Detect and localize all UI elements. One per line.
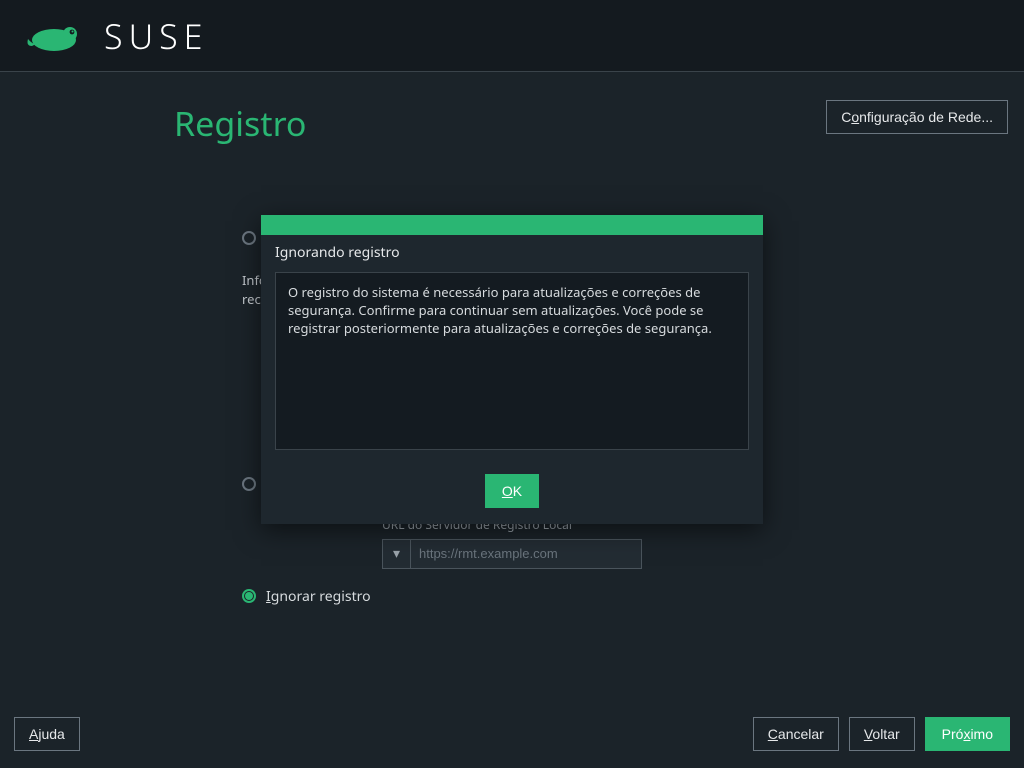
next-button[interactable]: Próximo: [925, 717, 1010, 751]
chevron-down-icon: ▾: [393, 544, 400, 563]
back-button[interactable]: Voltar: [849, 717, 915, 751]
radio-skip-label: Ignorar registro: [266, 587, 371, 606]
brand-name: SUSE: [104, 13, 208, 59]
wizard-footer: Ajuda Cancelar Voltar Próximo: [0, 700, 1024, 768]
suse-chameleon-icon: [24, 18, 88, 54]
help-button[interactable]: Ajuda: [14, 717, 80, 751]
skip-registration-dialog: Ignorando registro O registro do sistema…: [261, 215, 763, 524]
network-config-label: Configuração de Rede...: [841, 109, 993, 125]
radio-icon: [242, 589, 256, 603]
cancel-button[interactable]: Cancelar: [753, 717, 839, 751]
page-title: Registro: [174, 100, 307, 146]
next-label: Próximo: [942, 726, 993, 742]
local-url-field: ▾: [382, 539, 642, 569]
dialog-accent-bar: [261, 215, 763, 235]
back-label: Voltar: [864, 726, 900, 742]
app-header: SUSE: [0, 0, 1024, 72]
dialog-ok-label: OK: [502, 483, 522, 499]
dialog-title: Ignorando registro: [261, 235, 763, 268]
dialog-message: O registro do sistema é necessário para …: [275, 272, 749, 450]
radio-icon: [242, 231, 256, 245]
brand-logo: SUSE: [24, 13, 208, 59]
cancel-label: Cancelar: [768, 726, 824, 742]
radio-skip-registration[interactable]: Ignorar registro: [242, 587, 782, 606]
radio-icon: [242, 477, 256, 491]
combo-dropdown-button[interactable]: ▾: [382, 539, 410, 569]
network-config-button[interactable]: Configuração de Rede...: [826, 100, 1008, 134]
dialog-ok-button[interactable]: OK: [485, 474, 539, 508]
local-url-input[interactable]: [410, 539, 642, 569]
help-label: Ajuda: [29, 726, 65, 742]
